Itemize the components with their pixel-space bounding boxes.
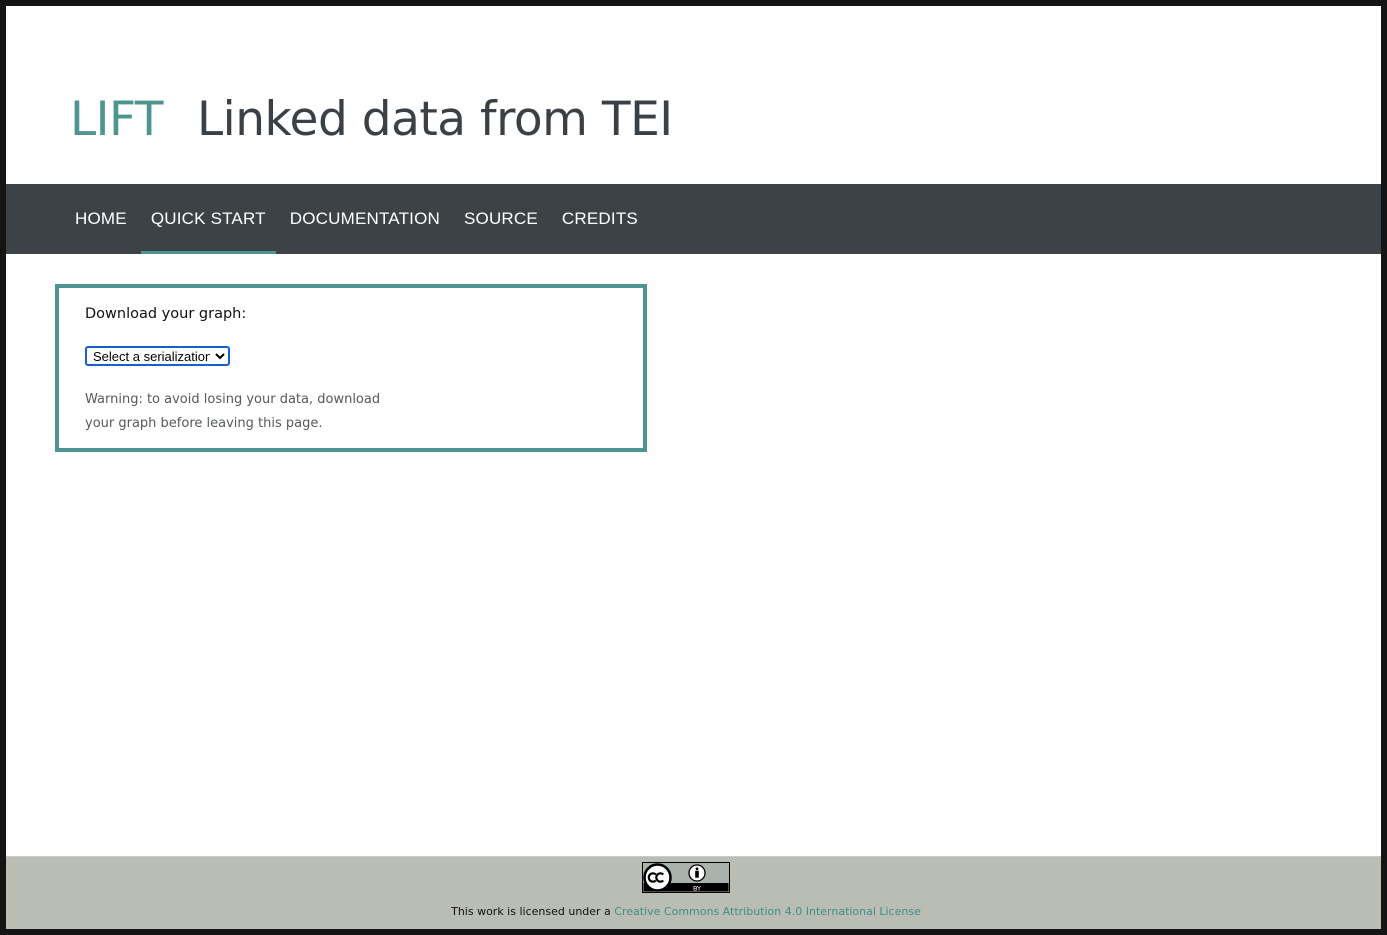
brand-logo-text[interactable]: LIFT xyxy=(70,92,163,147)
browser-viewport: LIFT Linked data from TEI HOME QUICK STAR… xyxy=(6,6,1381,929)
download-panel: Download your graph: Select a serializat… xyxy=(55,284,647,452)
site-tagline: Linked data from TEI xyxy=(196,92,673,147)
nav-item-documentation[interactable]: DOCUMENTATION xyxy=(280,184,450,254)
license-prefix: This work is licensed under a xyxy=(451,905,615,918)
license-link[interactable]: Creative Commons Attribution 4.0 Interna… xyxy=(614,905,921,918)
site-title: LIFT Linked data from TEI xyxy=(70,88,673,152)
nav-item-quick-start[interactable]: QUICK START xyxy=(140,184,276,254)
license-notice: This work is licensed under a Creative C… xyxy=(6,905,1366,918)
nav-list: HOME QUICK START DOCUMENTATION SOURCE CR… xyxy=(65,184,648,254)
nav-item-credits[interactable]: CREDITS xyxy=(552,184,648,254)
cc-by-icon[interactable]: BY xyxy=(642,862,730,893)
site-footer: BY This work is licensed under a Creativ… xyxy=(6,856,1381,929)
serialization-select[interactable]: Select a serialization xyxy=(85,346,230,366)
nav-item-home[interactable]: HOME xyxy=(65,184,137,254)
site-header: LIFT Linked data from TEI xyxy=(6,6,1381,184)
svg-text:BY: BY xyxy=(693,885,701,893)
main-navbar: HOME QUICK START DOCUMENTATION SOURCE CR… xyxy=(6,184,1381,254)
nav-item-source[interactable]: SOURCE xyxy=(454,184,548,254)
download-heading: Download your graph: xyxy=(85,306,247,322)
warning-text: Warning: to avoid losing your data, down… xyxy=(85,392,381,431)
